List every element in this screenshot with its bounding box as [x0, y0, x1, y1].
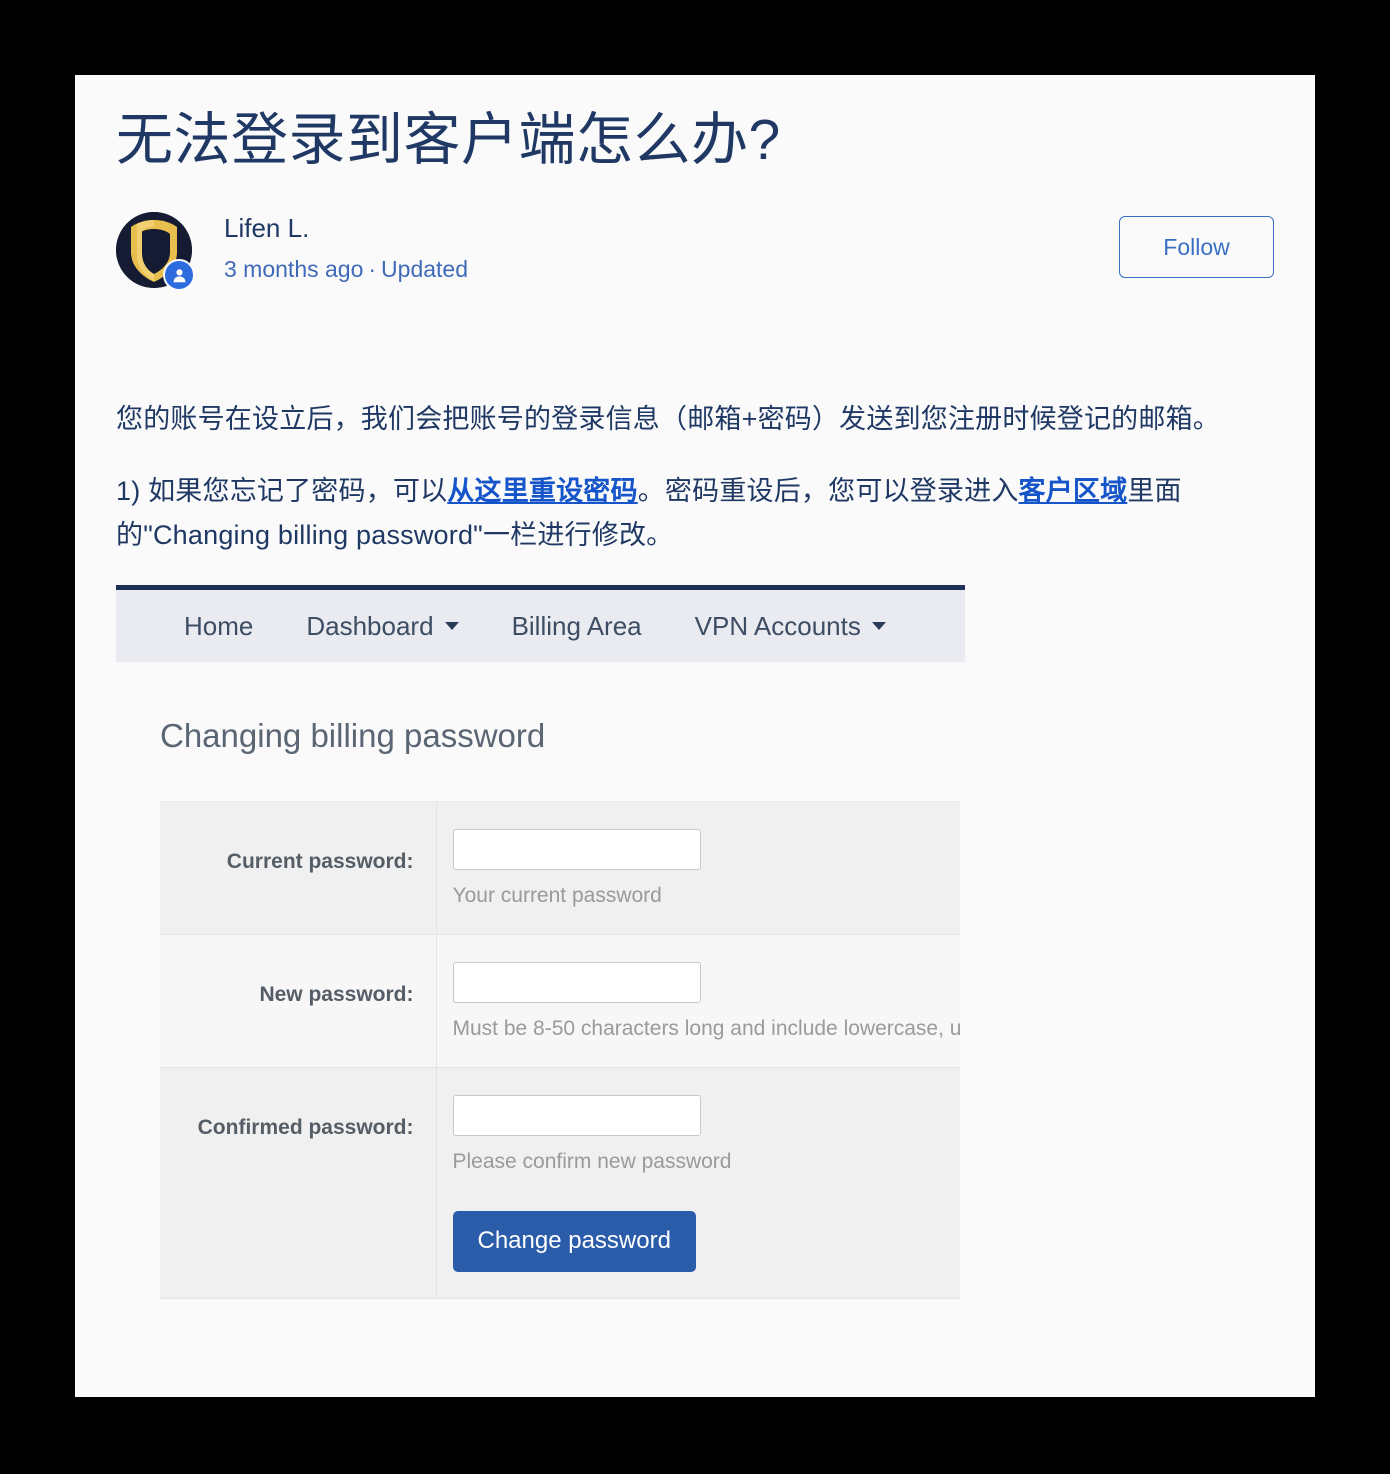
nav-item-billing-area[interactable]: Billing Area: [512, 611, 642, 642]
nav-item-dashboard[interactable]: Dashboard: [306, 610, 459, 642]
meta-separator: ·: [368, 255, 377, 282]
change-password-button[interactable]: Change password: [452, 1211, 696, 1273]
form-heading: Changing billing password: [160, 717, 546, 755]
confirmed-password-label: Confirmed password:: [197, 1116, 414, 1140]
nav-item-home-label: Home: [184, 610, 254, 641]
client-area-link[interactable]: 客户区域: [1019, 476, 1128, 506]
current-password-help: Your current password: [452, 884, 662, 908]
chevron-down-icon: [444, 622, 459, 631]
page-title: 无法登录到客户端怎么办?: [116, 108, 781, 172]
new-password-field-cell: Must be 8-50 characters long and include…: [436, 934, 961, 1069]
paragraph-intro: 您的账号在设立后，我们会把账号的登录信息（邮箱+密码）发送到您注册时候登记的邮箱…: [116, 404, 1220, 435]
step-1-text-middle: 。密码重设后，您可以登录进入: [637, 475, 1019, 506]
current-password-label-cell: Current password:: [160, 801, 437, 936]
nav-item-home[interactable]: Home: [184, 611, 253, 642]
nav-item-vpn-accounts-label: VPN Accounts: [694, 610, 861, 641]
updated-status: Updated: [381, 255, 469, 282]
confirmed-password-field-cell: Please confirm new password Change passw…: [436, 1067, 960, 1300]
new-password-label-cell: New password:: [160, 934, 437, 1069]
table-row: Confirmed password: Please confirm new p…: [160, 1067, 960, 1300]
nav-item-billing-area-label: Billing Area: [511, 610, 642, 641]
embedded-navbar: Home Dashboard Billing Area VPN Accounts: [116, 585, 965, 663]
current-password-label: Current password:: [226, 850, 414, 874]
article-meta: Lifen L. 3 months ago · Updated Follow: [116, 210, 1274, 306]
follow-button[interactable]: Follow: [1119, 216, 1274, 279]
new-password-label: New password:: [259, 983, 414, 1007]
article-timestamp-row: 3 months ago · Updated: [224, 255, 468, 285]
nav-item-vpn-accounts[interactable]: VPN Accounts: [695, 611, 886, 642]
current-password-field-cell: Your current password: [436, 801, 960, 936]
chevron-down-icon: [871, 622, 886, 631]
step-1-text-before-link: 1) 如果您忘记了密码，可以: [116, 475, 448, 506]
embedded-screenshot: Home Dashboard Billing Area VPN Accounts…: [116, 585, 965, 1300]
confirmed-password-help: Please confirm new password: [452, 1150, 732, 1174]
timestamp: 3 months ago: [224, 255, 364, 282]
current-password-input[interactable]: [452, 829, 701, 871]
author-info: Lifen L. 3 months ago · Updated: [224, 210, 468, 284]
article-card: 无法登录到客户端怎么办? Lifen L. 3 months ago · Upd…: [75, 75, 1315, 1397]
table-row: Current password: Your current password: [160, 801, 960, 936]
table-row: New password: Must be 8-50 characters lo…: [160, 934, 961, 1069]
password-form-table: Current password: Your current password …: [160, 801, 961, 1300]
confirmed-password-label-cell: Confirmed password:: [160, 1067, 437, 1300]
reset-password-link[interactable]: 从这里重设密码: [447, 476, 637, 506]
nav-item-dashboard-label: Dashboard: [306, 610, 434, 641]
author-name[interactable]: Lifen L.: [224, 212, 468, 245]
avatar: [116, 212, 196, 292]
paragraph-step-1: 1) 如果您忘记了密码，可以从这里重设密码。密码重设后，您可以登录进入客户区域里…: [116, 470, 1274, 557]
new-password-input[interactable]: [452, 962, 701, 1004]
person-badge-icon: [163, 259, 195, 292]
confirmed-password-input[interactable]: [452, 1095, 701, 1137]
new-password-help: Must be 8-50 characters long and include…: [452, 1017, 961, 1041]
article-body: 您的账号在设立后，我们会把账号的登录信息（邮箱+密码）发送到您注册时候登记的邮箱…: [116, 398, 1274, 1300]
